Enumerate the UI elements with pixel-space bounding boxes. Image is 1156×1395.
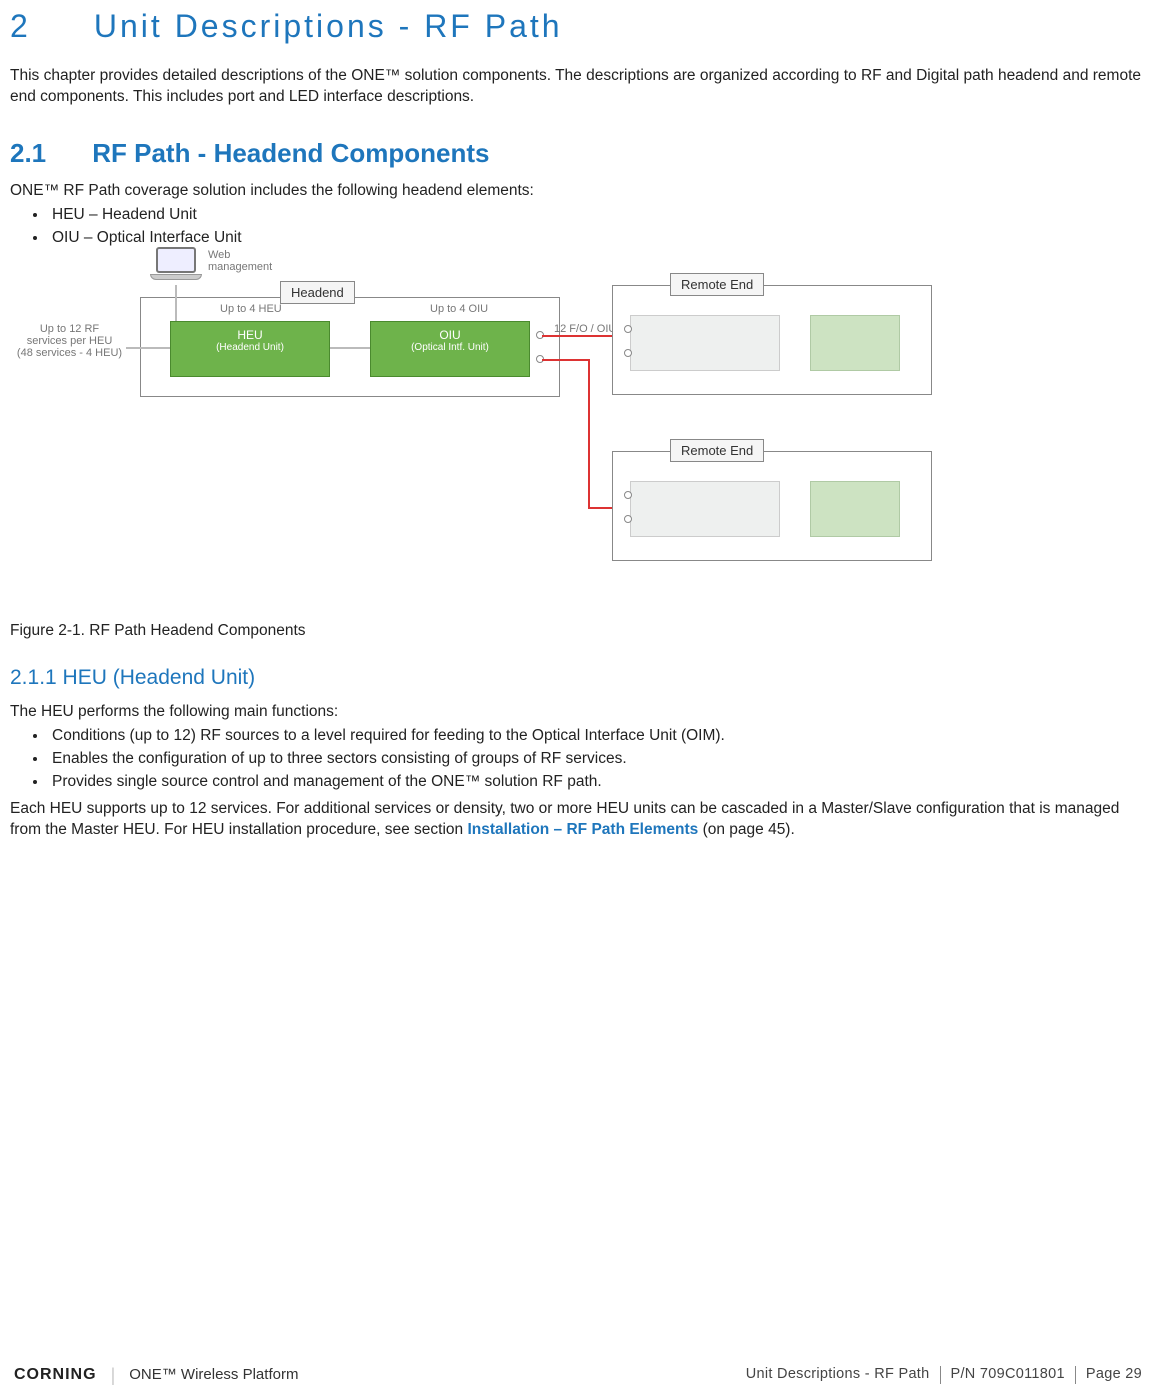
brand-logo-text: CORNING	[14, 1364, 97, 1386]
list-item: HEU – Headend Unit	[48, 205, 1146, 226]
laptop-icon	[150, 247, 202, 283]
installation-link[interactable]: Installation – RF Path Elements	[467, 821, 698, 838]
heu-box: HEU (Headend Unit)	[170, 321, 330, 377]
remote-end-label-2: Remote End	[670, 439, 764, 463]
footer-pn: P/N 709C011801	[951, 1365, 1065, 1385]
section-2-1-1-heading: 2.1.1 HEU (Headend Unit)	[10, 664, 1146, 692]
heu-box-sub: (Headend Unit)	[171, 342, 329, 354]
platform-name: ONE™ Wireless Platform	[129, 1365, 298, 1385]
up-to-heu-label: Up to 4 HEU	[220, 303, 282, 315]
figure-caption: Figure 2-1. RF Path Headend Components	[10, 621, 1146, 642]
oiu-box-title: OIU	[371, 328, 529, 342]
list-item: Provides single source control and manag…	[48, 772, 1146, 793]
section-2-1-1-list: Conditions (up to 12) RF sources to a le…	[10, 726, 1146, 793]
fiber-note: 12 F/O / OIU	[554, 323, 616, 335]
footer-section: Unit Descriptions - RF Path	[746, 1365, 930, 1385]
section-number: 2.1	[10, 136, 85, 171]
footer-divider: |	[111, 1363, 116, 1387]
section-2-1-list: HEU – Headend Unit OIU – Optical Interfa…	[10, 205, 1146, 249]
oiu-box-sub: (Optical Intf. Unit)	[371, 342, 529, 354]
web-management-label: Web management	[208, 249, 272, 273]
section-title: RF Path - Headend Components	[92, 138, 489, 168]
section-2-1-1-lead: The HEU performs the following main func…	[10, 702, 1146, 723]
up-to-oiu-label: Up to 4 OIU	[430, 303, 488, 315]
footer-page: Page 29	[1086, 1365, 1142, 1385]
chapter-intro: This chapter provides detailed descripti…	[10, 66, 1146, 108]
chapter-title: Unit Descriptions - RF Path	[94, 8, 563, 44]
para-text-b: (on page 45).	[698, 821, 795, 838]
chapter-number: 2	[10, 5, 82, 48]
section-2-1-lead: ONE™ RF Path coverage solution includes …	[10, 181, 1146, 202]
chapter-heading: 2 Unit Descriptions - RF Path	[10, 5, 1146, 48]
section-2-1-1-para: Each HEU supports up to 12 services. For…	[10, 799, 1146, 841]
figure-2-1-diagram: Web management Up to 12 RF services per …	[130, 255, 1010, 615]
list-item: Conditions (up to 12) RF sources to a le…	[48, 726, 1146, 747]
headend-label: Headend	[280, 281, 355, 305]
page-footer: CORNING | ONE™ Wireless Platform Unit De…	[0, 1363, 1156, 1387]
section-2-1-heading: 2.1 RF Path - Headend Components	[10, 136, 1146, 171]
heu-box-title: HEU	[171, 328, 329, 342]
remote-end-label-1: Remote End	[670, 273, 764, 297]
oiu-box: OIU (Optical Intf. Unit)	[370, 321, 530, 377]
list-item: Enables the configuration of up to three…	[48, 749, 1146, 770]
left-services-note: Up to 12 RF services per HEU (48 service…	[12, 323, 127, 359]
list-item: OIU – Optical Interface Unit	[48, 228, 1146, 249]
